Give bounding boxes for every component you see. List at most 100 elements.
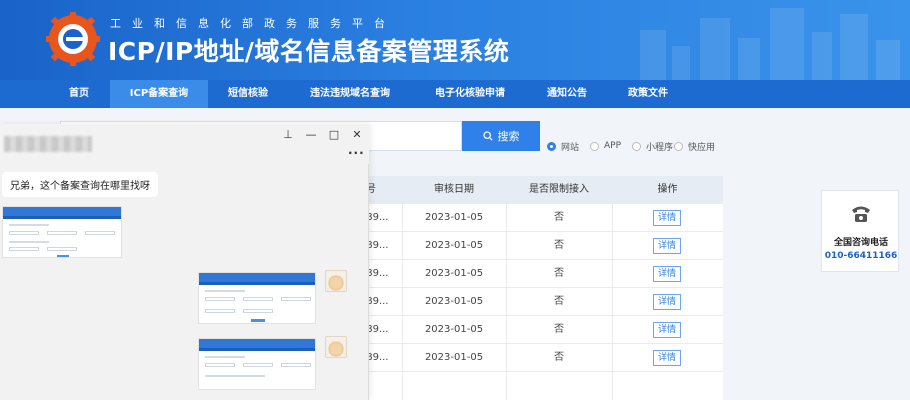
search-type-quickapp[interactable]: 快应用: [674, 140, 716, 153]
table-row: 5789... 2023-01-05 否 详情: [340, 260, 723, 288]
cell-restricted: 否: [554, 296, 564, 307]
detail-button[interactable]: 详情: [653, 210, 681, 226]
detail-button[interactable]: 详情: [653, 322, 681, 338]
search-type-label: APP: [604, 141, 622, 151]
search-button[interactable]: 搜索: [462, 121, 540, 151]
thumbnail-line: [9, 241, 49, 243]
nav-item-electronic-verify[interactable]: 电子化核验申请: [418, 80, 522, 108]
thumbnail-field: [243, 309, 273, 313]
header-building-decoration: [876, 40, 900, 80]
site-header: 工业和信息化部政务服务平台 ICP/IP地址/域名信息备案管理系统: [0, 0, 910, 80]
radio-icon: [590, 141, 599, 151]
search-type-label: 网站: [561, 142, 580, 153]
search-button-label: 搜索: [497, 130, 520, 143]
cell-date: 2023-01-05: [424, 296, 484, 307]
nav-item-home[interactable]: 首页: [46, 80, 112, 108]
header-subtitle: 工业和信息化部政务服务平台: [110, 17, 396, 30]
thumbnail-nav: [199, 348, 315, 351]
thumbnail-line: [205, 356, 245, 358]
thumbnail-header: [199, 273, 315, 282]
avatar[interactable]: [325, 270, 347, 292]
thumbnail-field: [281, 363, 311, 367]
thumbnail-field: [47, 231, 77, 235]
radio-icon: [674, 141, 683, 151]
header-building-decoration: [840, 14, 868, 80]
thumbnail-field: [243, 297, 273, 301]
maximize-icon[interactable]: □: [326, 128, 342, 141]
header-building-decoration: [770, 8, 804, 80]
cell-date: 2023-01-05: [424, 240, 484, 251]
header-building-decoration: [700, 18, 730, 80]
cell-restricted: 否: [554, 352, 564, 363]
cell-date: 2023-01-05: [424, 268, 484, 279]
chat-image-thumbnail[interactable]: [2, 206, 122, 258]
radio-icon: [632, 141, 641, 151]
thumbnail-line: [9, 224, 49, 226]
thumbnail-field: [47, 247, 77, 251]
thumbnail-button: [251, 319, 265, 322]
main-nav: 首页 ICP备案查询 短信核验 违法违规域名查询 电子化核验申请 通知公告 政策…: [0, 80, 910, 108]
thumbnail-field: [281, 297, 311, 301]
thumbnail-field: [205, 363, 235, 367]
telephone-icon: [852, 206, 870, 222]
search-type-website[interactable]: 网站: [547, 140, 580, 153]
detail-button[interactable]: 详情: [653, 238, 681, 254]
detail-button[interactable]: 详情: [653, 350, 681, 366]
close-icon[interactable]: ✕: [349, 128, 365, 141]
thumbnail-header: [199, 339, 315, 348]
cell-date: 2023-01-05: [424, 212, 484, 223]
chat-contact-name-blurred: [4, 136, 92, 152]
thumbnail-nav: [3, 216, 121, 219]
thumbnail-field: [243, 363, 273, 367]
search-type-app[interactable]: APP: [590, 140, 621, 152]
thumbnail-line: [205, 375, 265, 377]
more-options-icon[interactable]: ···: [348, 146, 365, 160]
cell-restricted: 否: [554, 212, 564, 223]
cell-restricted: 否: [554, 268, 564, 279]
chat-message[interactable]: 兄弟，这个备案查询在哪里找呀: [2, 172, 158, 197]
chat-image-thumbnail[interactable]: [198, 338, 316, 390]
nav-item-illegal-domain-query[interactable]: 违法违规域名查询: [296, 80, 404, 108]
avatar[interactable]: [325, 336, 347, 358]
contact-label: 全国咨询电话: [833, 238, 888, 248]
thumbnail-nav: [199, 282, 315, 285]
nav-item-icp-query[interactable]: ICP备案查询: [110, 80, 208, 108]
result-table: 号 审核日期 是否限制接入 操作 5789... 2023-01-05 否 详情…: [340, 176, 723, 400]
cell-date: 2023-01-05: [424, 352, 484, 363]
column-header-audit-date: 审核日期: [434, 184, 474, 195]
table-row: 5789... 2023-01-05 否 详情: [340, 232, 723, 260]
search-type-miniprogram[interactable]: 小程序: [632, 140, 673, 153]
table-header: 号 审核日期 是否限制接入 操作: [340, 176, 723, 204]
header-title: ICP/IP地址/域名信息备案管理系统: [108, 37, 510, 66]
header-building-decoration: [812, 32, 832, 80]
table-row: 5789... 2023-01-05 否 详情: [340, 344, 723, 372]
thumbnail-field: [9, 247, 39, 251]
column-header-restricted: 是否限制接入: [529, 184, 589, 195]
header-building-decoration: [738, 38, 760, 80]
chat-image-thumbnail[interactable]: [198, 272, 316, 324]
chat-titlebar[interactable]: ⊥ — □ ✕ ···: [0, 124, 369, 164]
column-header-action: 操作: [657, 184, 678, 195]
nav-item-notices[interactable]: 通知公告: [532, 80, 602, 108]
minimize-icon[interactable]: —: [303, 128, 319, 141]
detail-button[interactable]: 详情: [653, 294, 681, 310]
search-icon: [482, 131, 493, 141]
chat-window: ⊥ — □ ✕ ··· 兄弟，这个备案查询在哪里找呀: [0, 124, 369, 400]
thumbnail-field: [85, 231, 115, 235]
cell-date: 2023-01-05: [424, 324, 484, 335]
nav-item-policy-files[interactable]: 政策文件: [612, 80, 684, 108]
table-row: 5789... 2023-01-05 否 详情: [340, 204, 723, 232]
detail-button[interactable]: 详情: [653, 266, 681, 282]
contact-phone-number[interactable]: 010-66411166: [822, 251, 900, 261]
contact-card: 全国咨询电话 010-66411166: [821, 190, 899, 272]
header-building-decoration: [640, 30, 666, 80]
pin-icon[interactable]: ⊥: [280, 128, 296, 141]
cell-restricted: 否: [554, 240, 564, 251]
miit-logo-icon[interactable]: [46, 12, 100, 66]
thumbnail-button: [57, 255, 69, 257]
nav-item-sms-verify[interactable]: 短信核验: [210, 80, 286, 108]
thumbnail-field: [205, 297, 235, 301]
thumbnail-header: [3, 207, 121, 216]
search-type-label: 快应用: [688, 142, 716, 153]
thumbnail-field: [205, 309, 235, 313]
